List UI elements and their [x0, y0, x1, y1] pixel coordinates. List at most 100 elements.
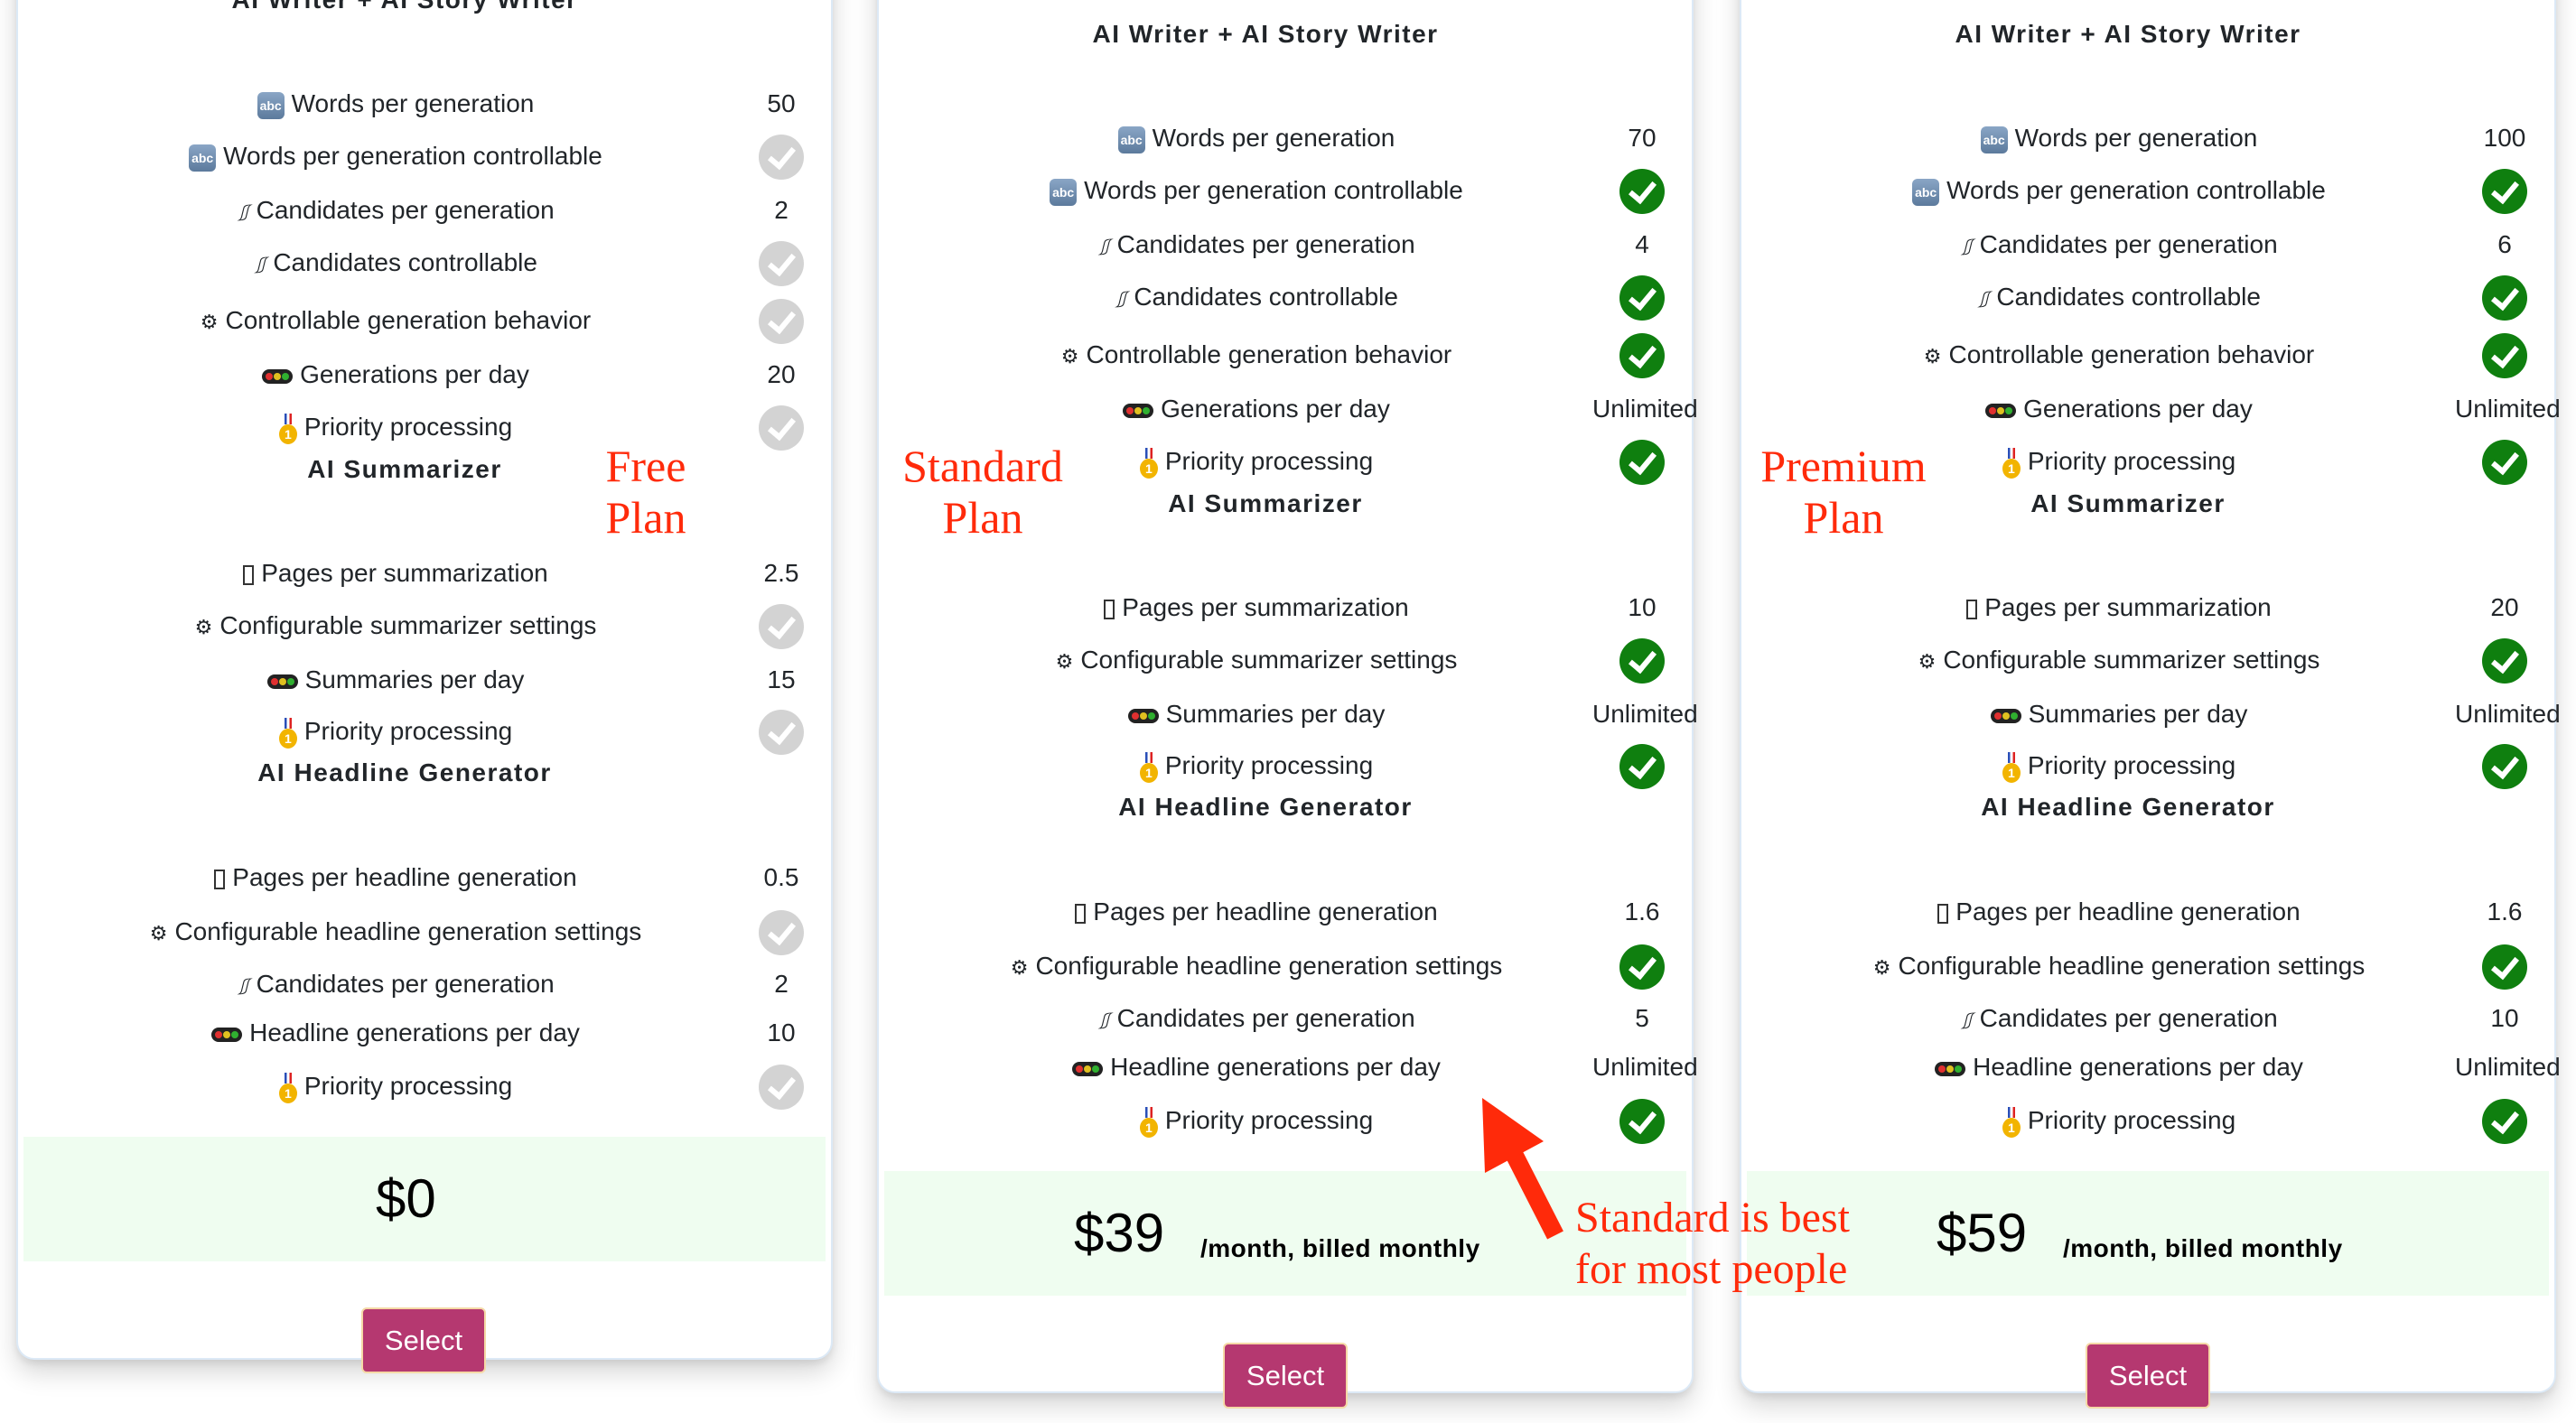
- feature-value-text: 0.5: [763, 863, 799, 891]
- feature-label-text: Controllable generation behavior: [1086, 340, 1452, 368]
- feature-row: abc Words per generation 100: [1741, 114, 2554, 163]
- feature-row: Pages per summarization 10: [879, 583, 1692, 632]
- feature-value-text: 2: [774, 970, 789, 998]
- candidates-icon: ⎎: [1097, 1006, 1110, 1034]
- feature-value-text: 15: [767, 665, 796, 693]
- feature-row: Priority processing: [879, 1096, 1692, 1145]
- feature-row: Headline generations per day Unlimited: [1741, 1043, 2561, 1092]
- feature-label: ⚙ Configurable headline generation settin…: [1732, 942, 2506, 992]
- feature-value: 2: [732, 960, 831, 1009]
- check-included-icon: [1619, 637, 1665, 684]
- feature-row: abc Words per generation 70: [879, 114, 1692, 163]
- feature-value: Unlimited: [1592, 690, 1698, 739]
- feature-label-text: Words per generation: [2014, 124, 2258, 152]
- feature-label-text: Pages per headline generation: [232, 863, 577, 891]
- check-not-included-icon: [759, 603, 804, 649]
- feature-label: Generations per day: [1732, 385, 2506, 433]
- feature-value-text: 10: [2490, 1004, 2519, 1032]
- traffic-light-icon: [266, 674, 298, 689]
- feature-value: [1592, 330, 1692, 379]
- feature-label: ⎎ Candidates per generation: [9, 960, 782, 1010]
- feature-row: abc Words per generation controllable: [18, 132, 831, 181]
- annotation-free-plan: Free Plan: [578, 441, 714, 544]
- medal-icon: [278, 413, 297, 444]
- feature-row: ⎎ Candidates per generation 10: [1741, 994, 2554, 1043]
- feature-value-text: 10: [767, 1018, 796, 1046]
- feature-label-text: Summaries per day: [1165, 700, 1386, 728]
- feature-label: ⎎ Candidates controllable: [1732, 273, 2506, 323]
- feature-label-text: Priority processing: [2027, 1106, 2236, 1134]
- feature-label-text: Pages per summarization: [1984, 593, 2272, 621]
- feature-label: abc Words per generation controllable: [9, 132, 782, 181]
- medal-icon: [278, 1072, 297, 1103]
- check-included-icon: [2482, 332, 2527, 378]
- feature-label: ⎎ Candidates controllable: [870, 273, 1643, 323]
- feature-label-text: Words per generation: [1152, 124, 1395, 152]
- feature-label-text: Candidates controllable: [1996, 283, 2261, 311]
- feature-label: Generations per day: [9, 350, 782, 399]
- feature-label: Headline generations per day: [870, 1043, 1643, 1092]
- annotation-callout: Standard is best for most people: [1575, 1192, 1850, 1295]
- feature-label-text: Words per generation controllable: [223, 142, 602, 170]
- feature-row: ⎎ Candidates per generation 2: [18, 960, 831, 1009]
- feature-label: ⎎ Candidates per generation: [870, 994, 1643, 1045]
- feature-label-text: Priority processing: [303, 1072, 513, 1100]
- feature-label-text: Pages per headline generation: [1955, 898, 2301, 925]
- check-included-icon: [1619, 168, 1665, 214]
- feature-row: ⚙ Controllable generation behavior: [879, 330, 1692, 379]
- feature-label-text: Priority processing: [2027, 447, 2236, 475]
- feature-value-text: Unlimited: [2455, 395, 2561, 423]
- feature-label: abc Words per generation: [870, 114, 1643, 163]
- feature-value: [732, 907, 831, 956]
- feature-value: [2455, 1096, 2554, 1145]
- feature-label-text: Candidates per generation: [1979, 1004, 2278, 1032]
- feature-value: 2: [732, 186, 831, 235]
- plan-card-standard: API Credits: $15/monthAI Writer + AI Sto…: [877, 0, 1698, 1409]
- candidates-icon: ⎎: [1960, 1006, 1973, 1034]
- feature-value: [1592, 437, 1692, 486]
- check-included-icon: [2482, 743, 2527, 789]
- feature-value: 10: [2455, 994, 2554, 1043]
- feature-row: ⎎ Candidates controllable: [18, 238, 831, 287]
- select-plan-button[interactable]: Select: [361, 1307, 486, 1373]
- feature-row: ⎎ Candidates per generation 4: [879, 220, 1692, 269]
- feature-value: 10: [732, 1009, 831, 1057]
- feature-label: abc Words per generation controllable: [870, 166, 1643, 215]
- abc-icon: abc: [1117, 126, 1145, 153]
- feature-label: Priority processing: [9, 1062, 782, 1111]
- feature-row: abc Words per generation controllable: [1741, 166, 2554, 215]
- feature-row: Priority processing: [879, 741, 1692, 790]
- price-band: $0: [23, 1137, 826, 1261]
- abc-icon: abc: [1980, 126, 2008, 153]
- gear-icon: ⚙: [1872, 955, 1891, 979]
- feature-value-text: Unlimited: [2455, 1053, 2561, 1081]
- section-title: AI Writer + AI Story Writer: [18, 0, 791, 14]
- feature-label-text: Configurable headline generation setting…: [174, 917, 642, 945]
- feature-label: Headline generations per day: [9, 1009, 782, 1057]
- feature-label-text: Generations per day: [1161, 395, 1390, 423]
- feature-label-text: Candidates controllable: [273, 248, 537, 276]
- annotation-premium-plan: Premium Plan: [1753, 441, 1934, 544]
- feature-label-text: Headline generations per day: [1973, 1053, 2303, 1081]
- feature-row: Pages per summarization 20: [1741, 583, 2554, 632]
- medal-icon: [1139, 447, 1158, 479]
- candidates-icon: ⎎: [1977, 284, 1990, 312]
- feature-label-text: Generations per day: [2023, 395, 2253, 423]
- plan-card-premium: API Credits: $25/monthAI Writer + AI Sto…: [1740, 0, 2561, 1409]
- feature-label-text: Configurable summarizer settings: [1943, 646, 2320, 674]
- feature-value: [1592, 942, 1692, 991]
- select-plan-button[interactable]: Select: [1223, 1343, 1348, 1409]
- feature-label-text: Words per generation controllable: [1084, 176, 1463, 204]
- feature-label: Headline generations per day: [1732, 1043, 2506, 1092]
- check-included-icon: [2482, 274, 2527, 321]
- feature-label-text: Candidates per generation: [256, 970, 555, 998]
- feature-value-text: 6: [2497, 230, 2512, 258]
- page-icon: [214, 869, 226, 889]
- feature-row: Generations per day Unlimited: [1741, 385, 2561, 433]
- select-plan-button[interactable]: Select: [2086, 1343, 2210, 1409]
- feature-value: Unlimited: [1592, 1043, 1698, 1092]
- price-amount: $39: [1074, 1203, 1165, 1263]
- feature-value-text: Unlimited: [1592, 395, 1698, 423]
- candidates-icon: ⎎: [237, 198, 249, 226]
- check-not-included-icon: [759, 909, 804, 955]
